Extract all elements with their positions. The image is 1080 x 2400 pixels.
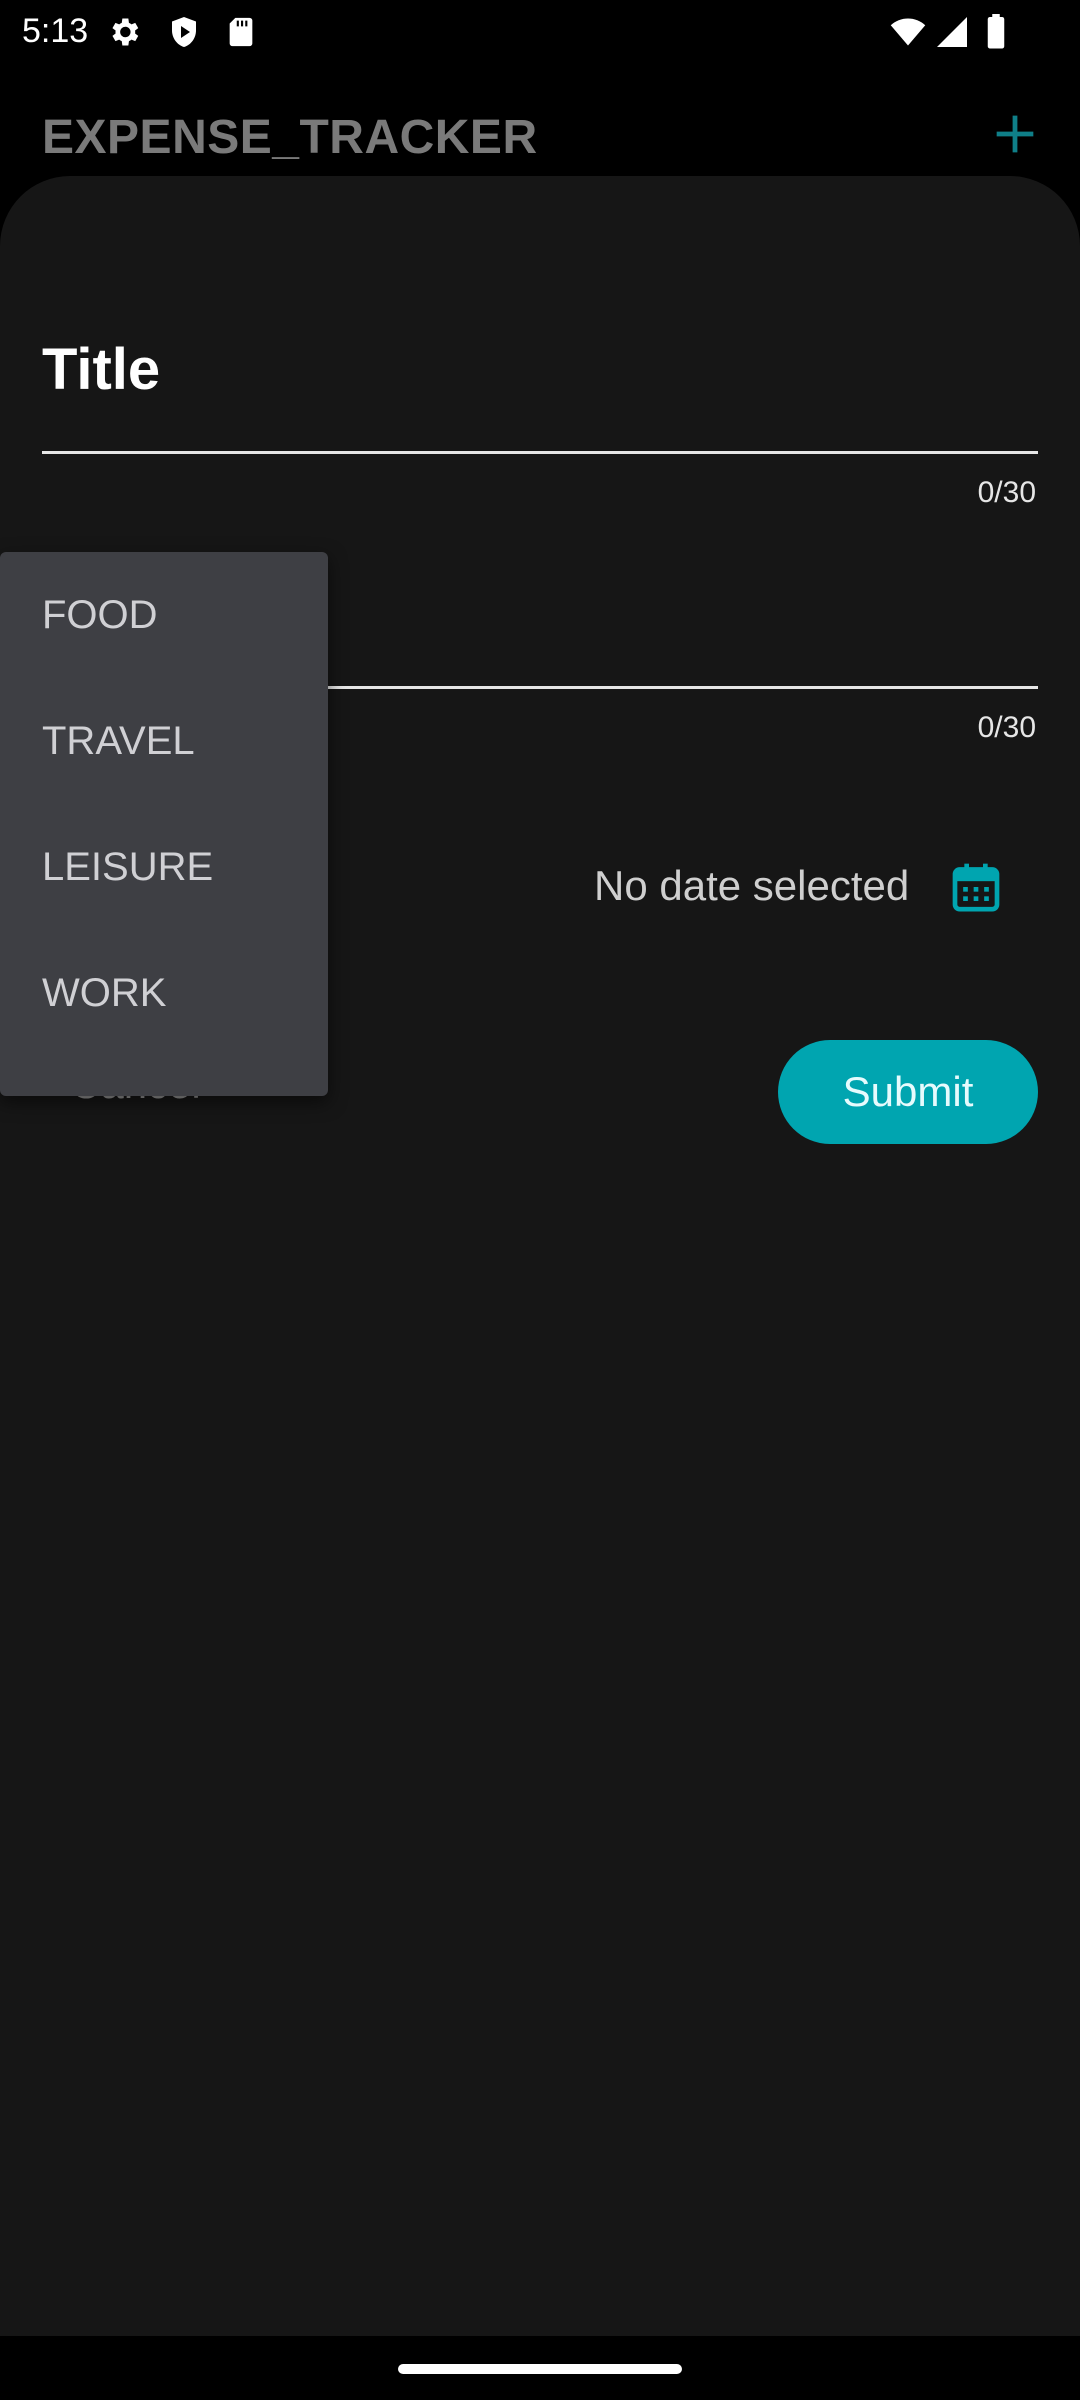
title-field-underline[interactable] <box>42 451 1038 454</box>
home-gesture-handle[interactable] <box>398 2364 682 2374</box>
menu-item-label: LEISURE <box>42 844 214 889</box>
title-field-label: Title <box>42 337 161 402</box>
status-bar: 5:13 <box>0 0 1080 62</box>
calendar-icon[interactable] <box>948 858 1004 921</box>
shield-icon <box>166 14 202 55</box>
menu-item-label: TRAVEL <box>42 718 195 763</box>
menu-item-label: FOOD <box>42 592 158 637</box>
sd-card-icon <box>224 14 258 55</box>
signal-icon <box>934 14 970 55</box>
amount-char-counter: 0/30 <box>977 711 1036 744</box>
menu-item-label: WORK <box>42 970 167 1015</box>
status-time: 5:13 <box>22 12 89 50</box>
new-expense-sheet <box>0 176 1080 2336</box>
wifi-icon <box>888 14 928 55</box>
menu-item-work[interactable]: WORK <box>0 930 328 1056</box>
menu-item-travel[interactable]: TRAVEL <box>0 678 328 804</box>
battery-icon <box>984 14 1008 55</box>
selected-date-text: No date selected <box>594 862 910 909</box>
app-title: EXPENSE_TRACKER <box>42 111 538 164</box>
gear-icon <box>106 14 142 55</box>
submit-button[interactable]: Submit <box>778 1040 1038 1144</box>
menu-item-leisure[interactable]: LEISURE <box>0 804 328 930</box>
menu-item-food[interactable]: FOOD <box>0 552 328 678</box>
title-char-counter: 0/30 <box>977 476 1036 509</box>
category-dropdown-menu: FOOD TRAVEL LEISURE WORK <box>0 552 328 1096</box>
plus-icon[interactable] <box>993 112 1037 161</box>
